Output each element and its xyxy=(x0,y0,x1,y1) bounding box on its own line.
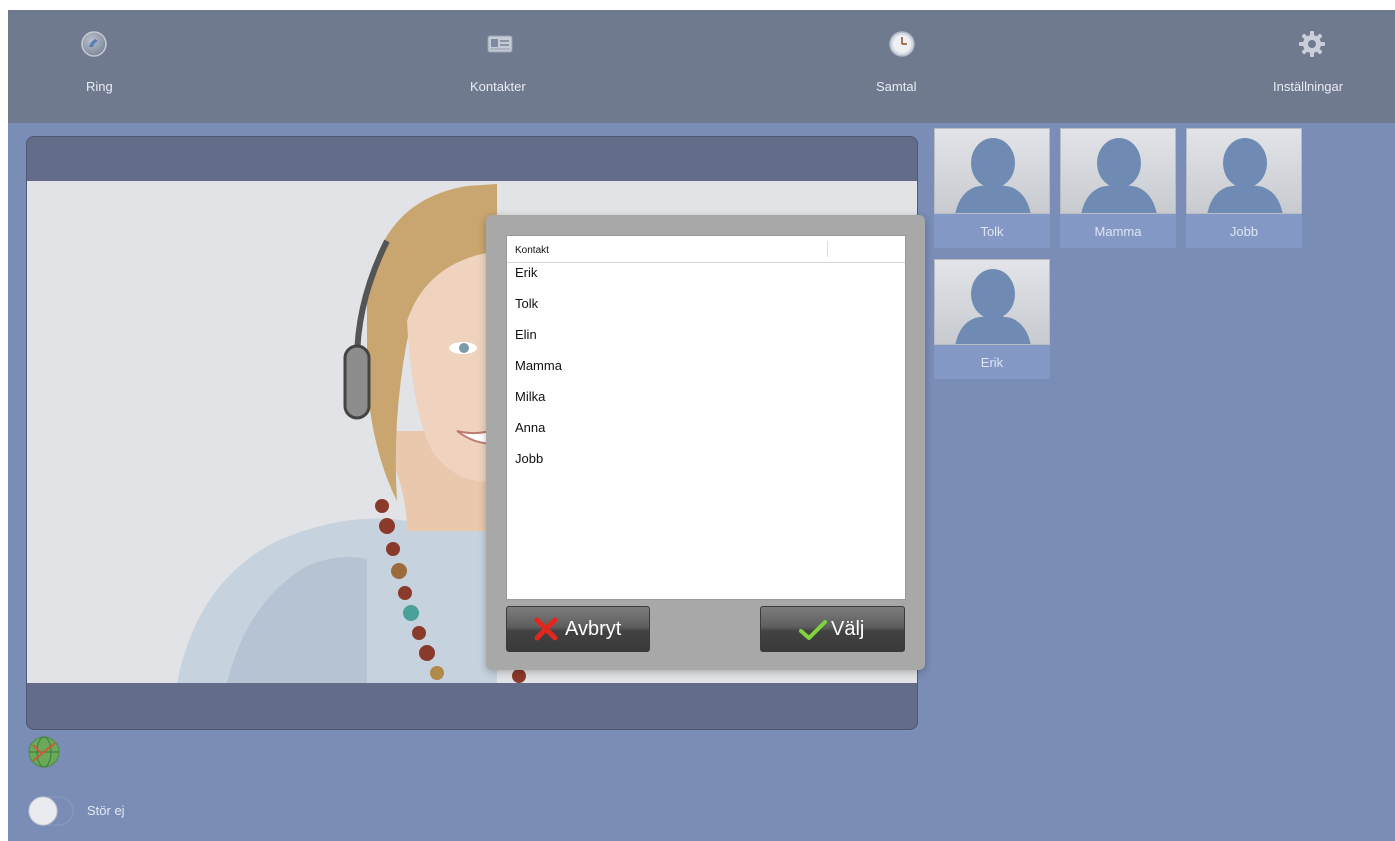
favorite-contact-card[interactable]: Erik xyxy=(934,259,1050,379)
avatar xyxy=(934,259,1050,345)
favorite-contact-card[interactable]: Tolk xyxy=(934,128,1050,248)
column-separator xyxy=(827,241,828,257)
list-item[interactable]: Elin xyxy=(507,326,905,354)
contact-name: Anna xyxy=(515,420,546,435)
favorite-contact-name: Erik xyxy=(980,355,1004,370)
phone-icon xyxy=(80,30,108,58)
column-header-kontakt: Kontakt xyxy=(515,245,549,256)
nav-installningar-label: Inställningar xyxy=(1273,79,1344,94)
list-item[interactable]: Tolk xyxy=(507,295,905,323)
nav-kontakter[interactable]: Kontakter xyxy=(460,10,540,123)
contact-name: Milka xyxy=(515,389,546,404)
contact-card-icon xyxy=(486,30,514,58)
contact-list-header: Kontakt xyxy=(507,236,905,263)
network-status-button[interactable] xyxy=(28,736,60,768)
nav-kontakter-label: Kontakter xyxy=(470,79,526,94)
contact-name: Elin xyxy=(515,327,537,342)
favorite-contact-card[interactable]: Jobb xyxy=(1186,128,1302,248)
clock-icon xyxy=(888,30,916,58)
avatar xyxy=(1060,128,1176,214)
contact-name: Tolk xyxy=(515,296,539,311)
contact-name: Jobb xyxy=(515,451,544,466)
favorite-contact-card[interactable]: Mamma xyxy=(1060,128,1176,248)
nav-ring[interactable]: Ring xyxy=(70,10,130,123)
cancel-label: Avbryt xyxy=(565,618,622,640)
contact-picker-dialog: Kontakt Erik Tolk Elin Mamma Milka Anna … xyxy=(486,215,925,670)
contact-name-plate: Jobb xyxy=(1186,214,1302,248)
contact-name: Erik xyxy=(515,265,538,280)
select-label: Välj xyxy=(831,618,865,640)
top-navigation-bar: Ring Kontakter Samtal Inställningar xyxy=(8,10,1395,123)
do-not-disturb-toggle[interactable] xyxy=(28,796,74,826)
list-item[interactable]: Jobb xyxy=(507,450,905,478)
favorite-contact-name: Tolk xyxy=(980,224,1004,239)
list-item[interactable]: Erik xyxy=(507,264,905,292)
nav-samtal[interactable]: Samtal xyxy=(870,10,930,123)
avatar xyxy=(1186,128,1302,214)
person-silhouette-icon xyxy=(1207,138,1283,213)
person-silhouette-icon xyxy=(955,138,1031,213)
avatar xyxy=(934,128,1050,214)
contact-name-plate: Erik xyxy=(934,345,1050,379)
favorite-contact-name: Jobb xyxy=(1229,224,1259,239)
nav-ring-label: Ring xyxy=(86,79,113,94)
favorite-contact-name: Mamma xyxy=(1094,224,1142,239)
cancel-button[interactable]: Avbryt xyxy=(506,606,650,652)
contact-list[interactable]: Kontakt Erik Tolk Elin Mamma Milka Anna … xyxy=(506,235,906,600)
globe-icon xyxy=(28,736,60,768)
select-button[interactable]: Välj xyxy=(760,606,905,652)
contact-name-plate: Tolk xyxy=(934,214,1050,248)
person-silhouette-icon xyxy=(1081,138,1157,213)
list-item[interactable]: Milka xyxy=(507,388,905,416)
list-item[interactable]: Mamma xyxy=(507,357,905,385)
gear-icon xyxy=(1298,30,1326,58)
list-item[interactable]: Anna xyxy=(507,419,905,447)
app-window: Ring Kontakter Samtal Inställningar Kont… xyxy=(8,10,1395,841)
contact-name-plate: Mamma xyxy=(1060,214,1176,248)
nav-samtal-label: Samtal xyxy=(876,79,917,94)
person-silhouette-icon xyxy=(955,269,1031,344)
do-not-disturb-label: Stör ej xyxy=(87,803,125,818)
checkmark-icon xyxy=(799,619,827,646)
nav-installningar[interactable]: Inställningar xyxy=(1263,10,1363,123)
contact-name: Mamma xyxy=(515,358,562,373)
close-x-icon xyxy=(534,617,558,646)
